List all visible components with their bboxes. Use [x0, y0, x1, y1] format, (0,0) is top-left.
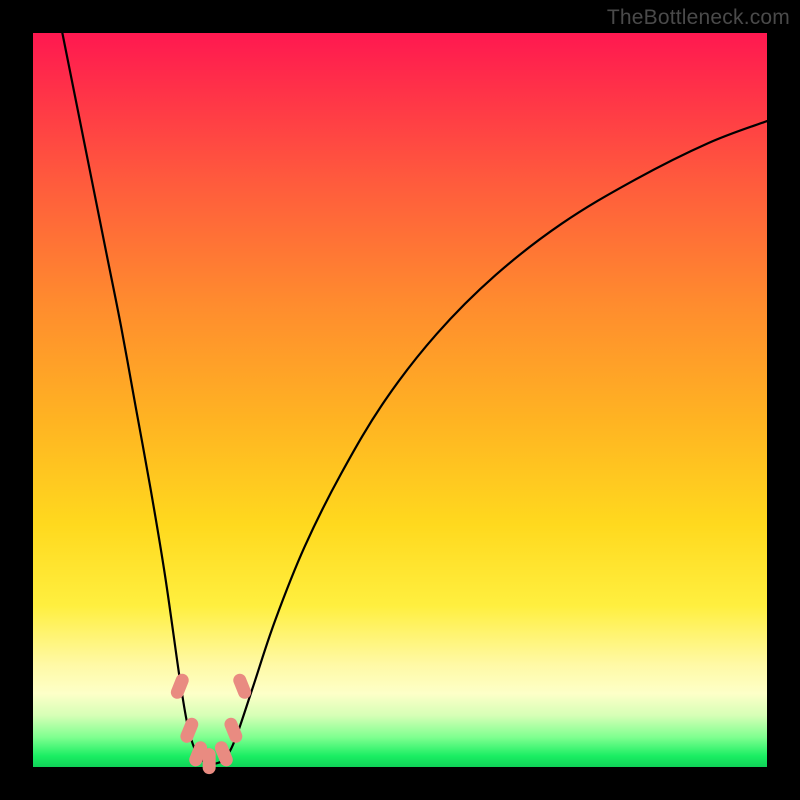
highlight-dot	[178, 716, 200, 745]
chart-frame: TheBottleneck.com	[0, 0, 800, 800]
highlight-dot	[203, 748, 216, 774]
plot-area	[33, 33, 767, 767]
bottleneck-curve	[62, 33, 767, 764]
highlight-dot	[169, 672, 191, 701]
watermark-text: TheBottleneck.com	[607, 6, 790, 30]
curve-svg	[33, 33, 767, 767]
